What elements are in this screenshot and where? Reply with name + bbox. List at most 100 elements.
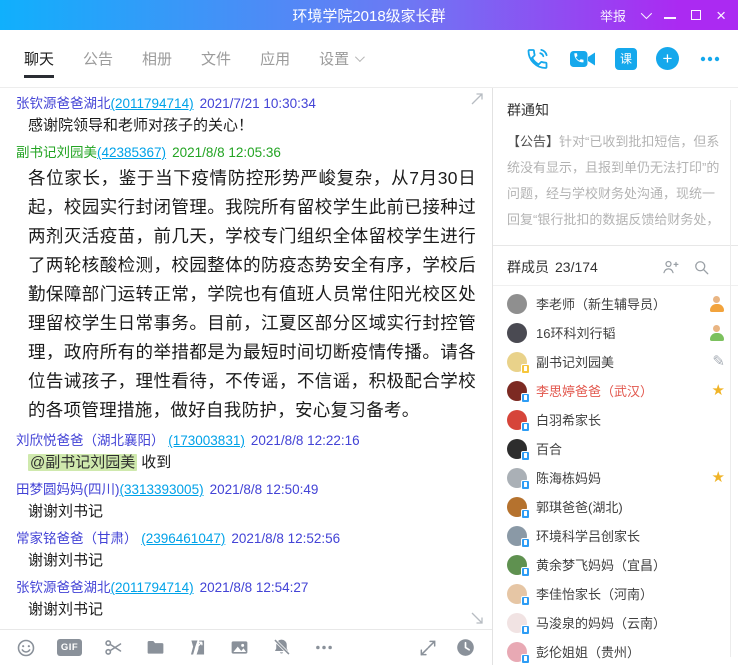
message-text: 谢谢刘书记 — [28, 501, 478, 523]
sticker-doutu-icon — [187, 637, 208, 658]
more-button[interactable] — [698, 47, 722, 71]
sender-uin-link[interactable]: (2396461047) — [141, 531, 225, 546]
members-count: 23/174 — [555, 259, 598, 275]
report-dropdown-chevron-icon[interactable] — [641, 8, 652, 19]
group-notice-title: 群通知 — [507, 100, 722, 120]
sticker-doutu-button[interactable] — [187, 637, 208, 658]
member-avatar — [507, 584, 527, 604]
sender-uin-link[interactable]: (2011794714) — [111, 96, 194, 111]
member-name: 百合 — [536, 439, 562, 458]
close-button[interactable]: × — [716, 7, 726, 24]
sender-name[interactable]: 田梦圆妈妈(四川) — [16, 482, 120, 497]
search-icon — [692, 258, 710, 276]
collapse-up-icon[interactable] — [471, 93, 482, 104]
maximize-button[interactable] — [691, 10, 701, 20]
tab-apps-label: 应用 — [260, 48, 290, 69]
sender-name[interactable]: 张钦源爸爸湖北 — [16, 96, 111, 111]
mobile-online-badge-icon — [521, 538, 530, 548]
tab-announcement[interactable]: 公告 — [83, 30, 113, 87]
sender-uin-link[interactable]: (2011794714) — [111, 580, 194, 595]
member-badge — [712, 352, 725, 371]
member-row[interactable]: 李思婷爸爸（武汉） — [493, 376, 738, 405]
chat-message: 张钦源爸爸湖北(2011794714)2021/7/21 10:30:34 感谢… — [16, 94, 478, 137]
star-icon — [712, 468, 725, 487]
message-list[interactable]: 张钦源爸爸湖北(2011794714)2021/7/21 10:30:34 感谢… — [0, 88, 492, 629]
emoji-button[interactable] — [16, 638, 36, 658]
sender-name[interactable]: 常家铭爸爸（甘肃） — [16, 531, 138, 546]
member-avatar — [507, 526, 527, 546]
titlebar[interactable]: 环境学院2018级家长群 举报 × — [0, 0, 738, 30]
member-avatar — [507, 613, 527, 633]
mobile-online-badge-icon — [521, 422, 530, 432]
tab-apps[interactable]: 应用 — [260, 30, 290, 87]
mobile-online-badge-icon — [521, 654, 530, 664]
member-row[interactable]: 环境科学吕创家长 — [493, 521, 738, 550]
member-name: 彭伦姐姐（贵州） — [536, 642, 640, 661]
member-row[interactable]: 马浚泉的妈妈（云南） — [493, 608, 738, 637]
send-image-button[interactable] — [229, 637, 250, 658]
gif-button[interactable]: GIF — [57, 639, 82, 656]
member-badge — [712, 381, 725, 400]
member-row[interactable]: 郭琪爸爸(湖北) — [493, 492, 738, 521]
member-badge — [712, 468, 725, 487]
sender-name[interactable]: 刘欣悦爸爸（湖北襄阳） — [16, 433, 165, 448]
screenshot-button[interactable] — [103, 637, 124, 658]
members-header-icons — [661, 258, 724, 276]
message-text: 谢谢刘书记 — [28, 599, 478, 621]
minimize-button[interactable] — [664, 17, 676, 19]
sender-name[interactable]: 张钦源爸爸湖北 — [16, 580, 111, 595]
add-button[interactable] — [656, 47, 679, 70]
group-notice-section[interactable]: 群通知 【公告】针对“已收到批扣短信，但系统没有显示，且报到单仍无法打印”的问题… — [493, 88, 738, 246]
member-row[interactable]: 白羽希家长 — [493, 405, 738, 434]
member-row[interactable]: 李老师（新生辅导员） — [493, 289, 738, 318]
member-name: 李佳怡家长（河南） — [536, 584, 653, 603]
member-name: 环境科学吕创家长 — [536, 526, 640, 545]
message-header: 张钦源爸爸湖北(2011794714) 2021/7/21 10:30:34 — [16, 94, 478, 113]
message-timestamp: 2021/8/8 12:50:49 — [210, 482, 319, 497]
folder-icon — [145, 637, 166, 658]
chat-message: 副书记刘园美(42385367)2021/8/8 12:05:36 各位家长，鉴… — [16, 143, 478, 425]
message-timestamp: 2021/7/21 10:30:34 — [200, 96, 316, 111]
more-tools-button[interactable] — [313, 637, 335, 658]
message-header: 张钦源爸爸湖北(2011794714)2021/8/8 12:54:27 — [16, 578, 478, 597]
member-row[interactable]: 李佳怡家长（河南） — [493, 579, 738, 608]
member-list[interactable]: 李老师（新生辅导员） 16环科刘行韬 副书记刘园美 李思婷爸爸（武汉） — [493, 286, 738, 665]
tab-chat[interactable]: 聊天 — [24, 30, 54, 87]
sender-uin-link[interactable]: (173003831) — [168, 433, 245, 448]
tab-files[interactable]: 文件 — [201, 30, 231, 87]
tab-announcement-label: 公告 — [83, 48, 113, 69]
scroll-to-bottom-icon[interactable] — [471, 612, 482, 623]
member-name: 16环科刘行韬 — [536, 323, 615, 342]
member-avatar — [507, 294, 527, 314]
person-online-icon — [708, 325, 725, 341]
sender-name[interactable]: 副书记刘园美 — [16, 145, 97, 160]
voice-call-button[interactable] — [525, 47, 550, 71]
search-members-button[interactable] — [692, 258, 710, 276]
send-file-button[interactable] — [145, 637, 166, 658]
member-name: 马浚泉的妈妈（云南） — [536, 613, 666, 632]
add-member-button[interactable] — [661, 258, 679, 276]
member-avatar — [507, 352, 527, 372]
member-row[interactable]: 陈海栋妈妈 — [493, 463, 738, 492]
tab-settings-label: 设置 — [319, 48, 349, 69]
member-row[interactable]: 彭伦姐姐（贵州） — [493, 637, 738, 665]
message-timestamp: 2021/8/8 12:05:36 — [172, 145, 281, 160]
member-badge — [708, 325, 725, 341]
sender-uin-link[interactable]: (42385367) — [97, 145, 166, 160]
tab-settings[interactable]: 设置 — [319, 30, 362, 87]
member-row[interactable]: 黄余梦飞妈妈（宜昌） — [493, 550, 738, 579]
expand-window-button[interactable] — [418, 638, 438, 658]
member-badge — [708, 296, 725, 312]
tab-album[interactable]: 相册 — [142, 30, 172, 87]
member-row[interactable]: 百合 — [493, 434, 738, 463]
report-button[interactable]: 举报 — [600, 6, 626, 25]
member-row[interactable]: 副书记刘园美 — [493, 347, 738, 376]
mute-notifications-button[interactable] — [271, 637, 292, 658]
sender-uin-link[interactable]: (3313393005) — [120, 482, 204, 497]
member-row[interactable]: 16环科刘行韬 — [493, 318, 738, 347]
message-history-button[interactable] — [455, 637, 476, 658]
group-class-button[interactable]: 课 — [615, 48, 637, 70]
video-call-button[interactable] — [569, 48, 596, 70]
mention-chip[interactable]: @副书记刘园美 — [28, 454, 137, 471]
star-icon — [712, 381, 725, 400]
